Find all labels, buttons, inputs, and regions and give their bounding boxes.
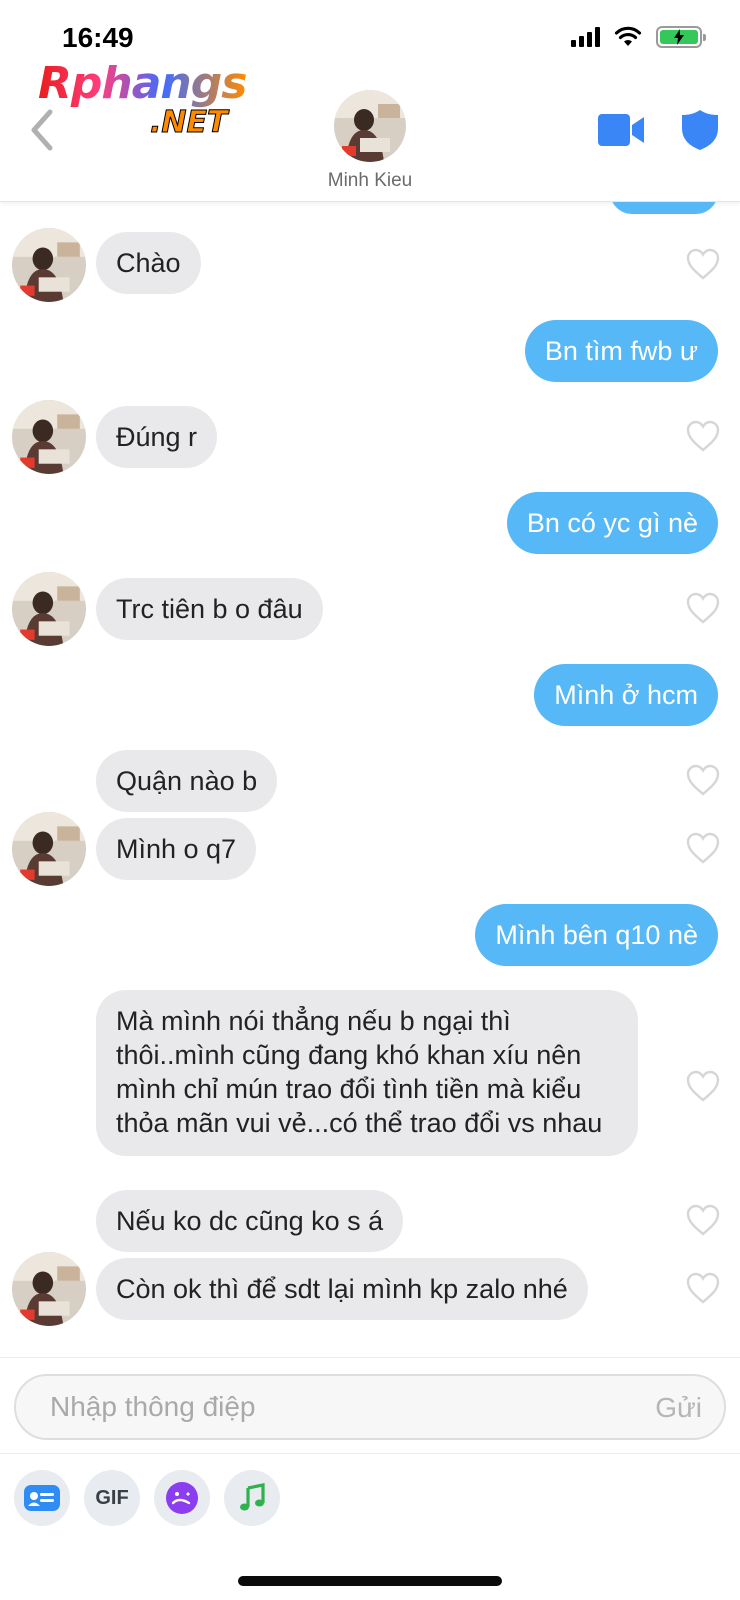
message-sent[interactable]: Mình bên q10 nè bbox=[475, 904, 718, 966]
message-text: Mình bên q10 nè bbox=[475, 904, 718, 966]
message-text: Đúng r bbox=[96, 406, 218, 468]
message-received[interactable]: Đúng r bbox=[96, 406, 218, 468]
message-received[interactable]: Quận nào b bbox=[96, 750, 278, 812]
contact-avatar[interactable] bbox=[334, 90, 406, 162]
watermark-logo-line1: Rphangs bbox=[38, 58, 247, 109]
heart-icon[interactable] bbox=[686, 420, 720, 452]
message-text: Mình ở hcm bbox=[534, 664, 718, 726]
watermark-logo-line2: .NET bbox=[149, 105, 228, 140]
message-composer: Gửi bbox=[14, 1374, 726, 1440]
heart-icon[interactable] bbox=[686, 248, 720, 280]
sticker-button[interactable] bbox=[154, 1470, 210, 1526]
send-button[interactable]: Gửi bbox=[655, 1392, 702, 1424]
message-received[interactable]: Trc tiên b o đâu bbox=[96, 578, 323, 640]
avatar[interactable] bbox=[12, 1252, 86, 1326]
message-list[interactable]: Chào Bn tìm fwb ư Đúng r Bn có yc gì nè … bbox=[0, 202, 740, 1357]
avatar[interactable] bbox=[12, 400, 86, 474]
message-text: Trc tiên b o đâu bbox=[96, 578, 323, 640]
video-call-icon bbox=[598, 114, 644, 146]
message-text: Còn ok thì để sdt lại mình kp zalo nhé bbox=[96, 1258, 588, 1320]
heart-icon[interactable] bbox=[686, 1070, 720, 1102]
message-text: Nếu ko dc cũng ko s á bbox=[96, 1190, 404, 1252]
music-button[interactable] bbox=[224, 1470, 280, 1526]
message-received[interactable]: Nếu ko dc cũng ko s á bbox=[96, 1190, 404, 1252]
avatar[interactable] bbox=[12, 812, 86, 886]
watermark-logo: Rphangs .NET bbox=[38, 58, 247, 140]
composer-bar: Gửi bbox=[0, 1357, 740, 1453]
heart-icon[interactable] bbox=[686, 1272, 720, 1304]
message-sent[interactable]: Mình ở hcm bbox=[534, 664, 718, 726]
message-received[interactable]: Mình o q7 bbox=[96, 818, 257, 880]
heart-icon[interactable] bbox=[686, 1204, 720, 1236]
gif-icon: GIF bbox=[95, 1486, 129, 1509]
message-text: Quận nào b bbox=[96, 750, 278, 812]
back-button[interactable] bbox=[26, 108, 60, 152]
message-received[interactable]: Mà mình nói thẳng nếu b ngại thì thôi..m… bbox=[96, 990, 638, 1156]
message-received[interactable]: Còn ok thì để sdt lại mình kp zalo nhé bbox=[96, 1258, 588, 1320]
composer-toolbar: GIF bbox=[0, 1453, 740, 1543]
message-text: Mà mình nói thẳng nếu b ngại thì thôi..m… bbox=[96, 990, 638, 1156]
message-received[interactable]: Chào bbox=[96, 232, 201, 294]
message-text: Mình o q7 bbox=[96, 818, 257, 880]
message-bubble-partial bbox=[610, 202, 718, 214]
message-text: Bn tìm fwb ư bbox=[524, 320, 718, 382]
contact-card-button[interactable] bbox=[14, 1470, 70, 1526]
message-text: Bn có yc gì nè bbox=[506, 492, 718, 554]
music-icon bbox=[240, 1483, 265, 1511]
safety-shield-button[interactable] bbox=[682, 110, 718, 155]
video-call-button[interactable] bbox=[598, 114, 646, 151]
home-indicator[interactable] bbox=[238, 1576, 502, 1586]
message-text: Chào bbox=[96, 232, 201, 294]
contact-card-icon bbox=[24, 1485, 60, 1511]
contact-name: Minh Kieu bbox=[327, 170, 413, 191]
message-sent[interactable]: Bn có yc gì nè bbox=[506, 492, 718, 554]
heart-icon[interactable] bbox=[686, 764, 720, 796]
shield-icon bbox=[682, 110, 718, 150]
back-chevron-icon bbox=[31, 109, 53, 151]
message-input[interactable] bbox=[50, 1384, 610, 1430]
gif-button[interactable]: GIF bbox=[84, 1470, 140, 1526]
avatar[interactable] bbox=[12, 572, 86, 646]
heart-icon[interactable] bbox=[686, 832, 720, 864]
sticker-icon bbox=[166, 1482, 198, 1514]
message-sent[interactable]: Bn tìm fwb ư bbox=[524, 320, 718, 382]
heart-icon[interactable] bbox=[686, 592, 720, 624]
avatar[interactable] bbox=[12, 228, 86, 302]
